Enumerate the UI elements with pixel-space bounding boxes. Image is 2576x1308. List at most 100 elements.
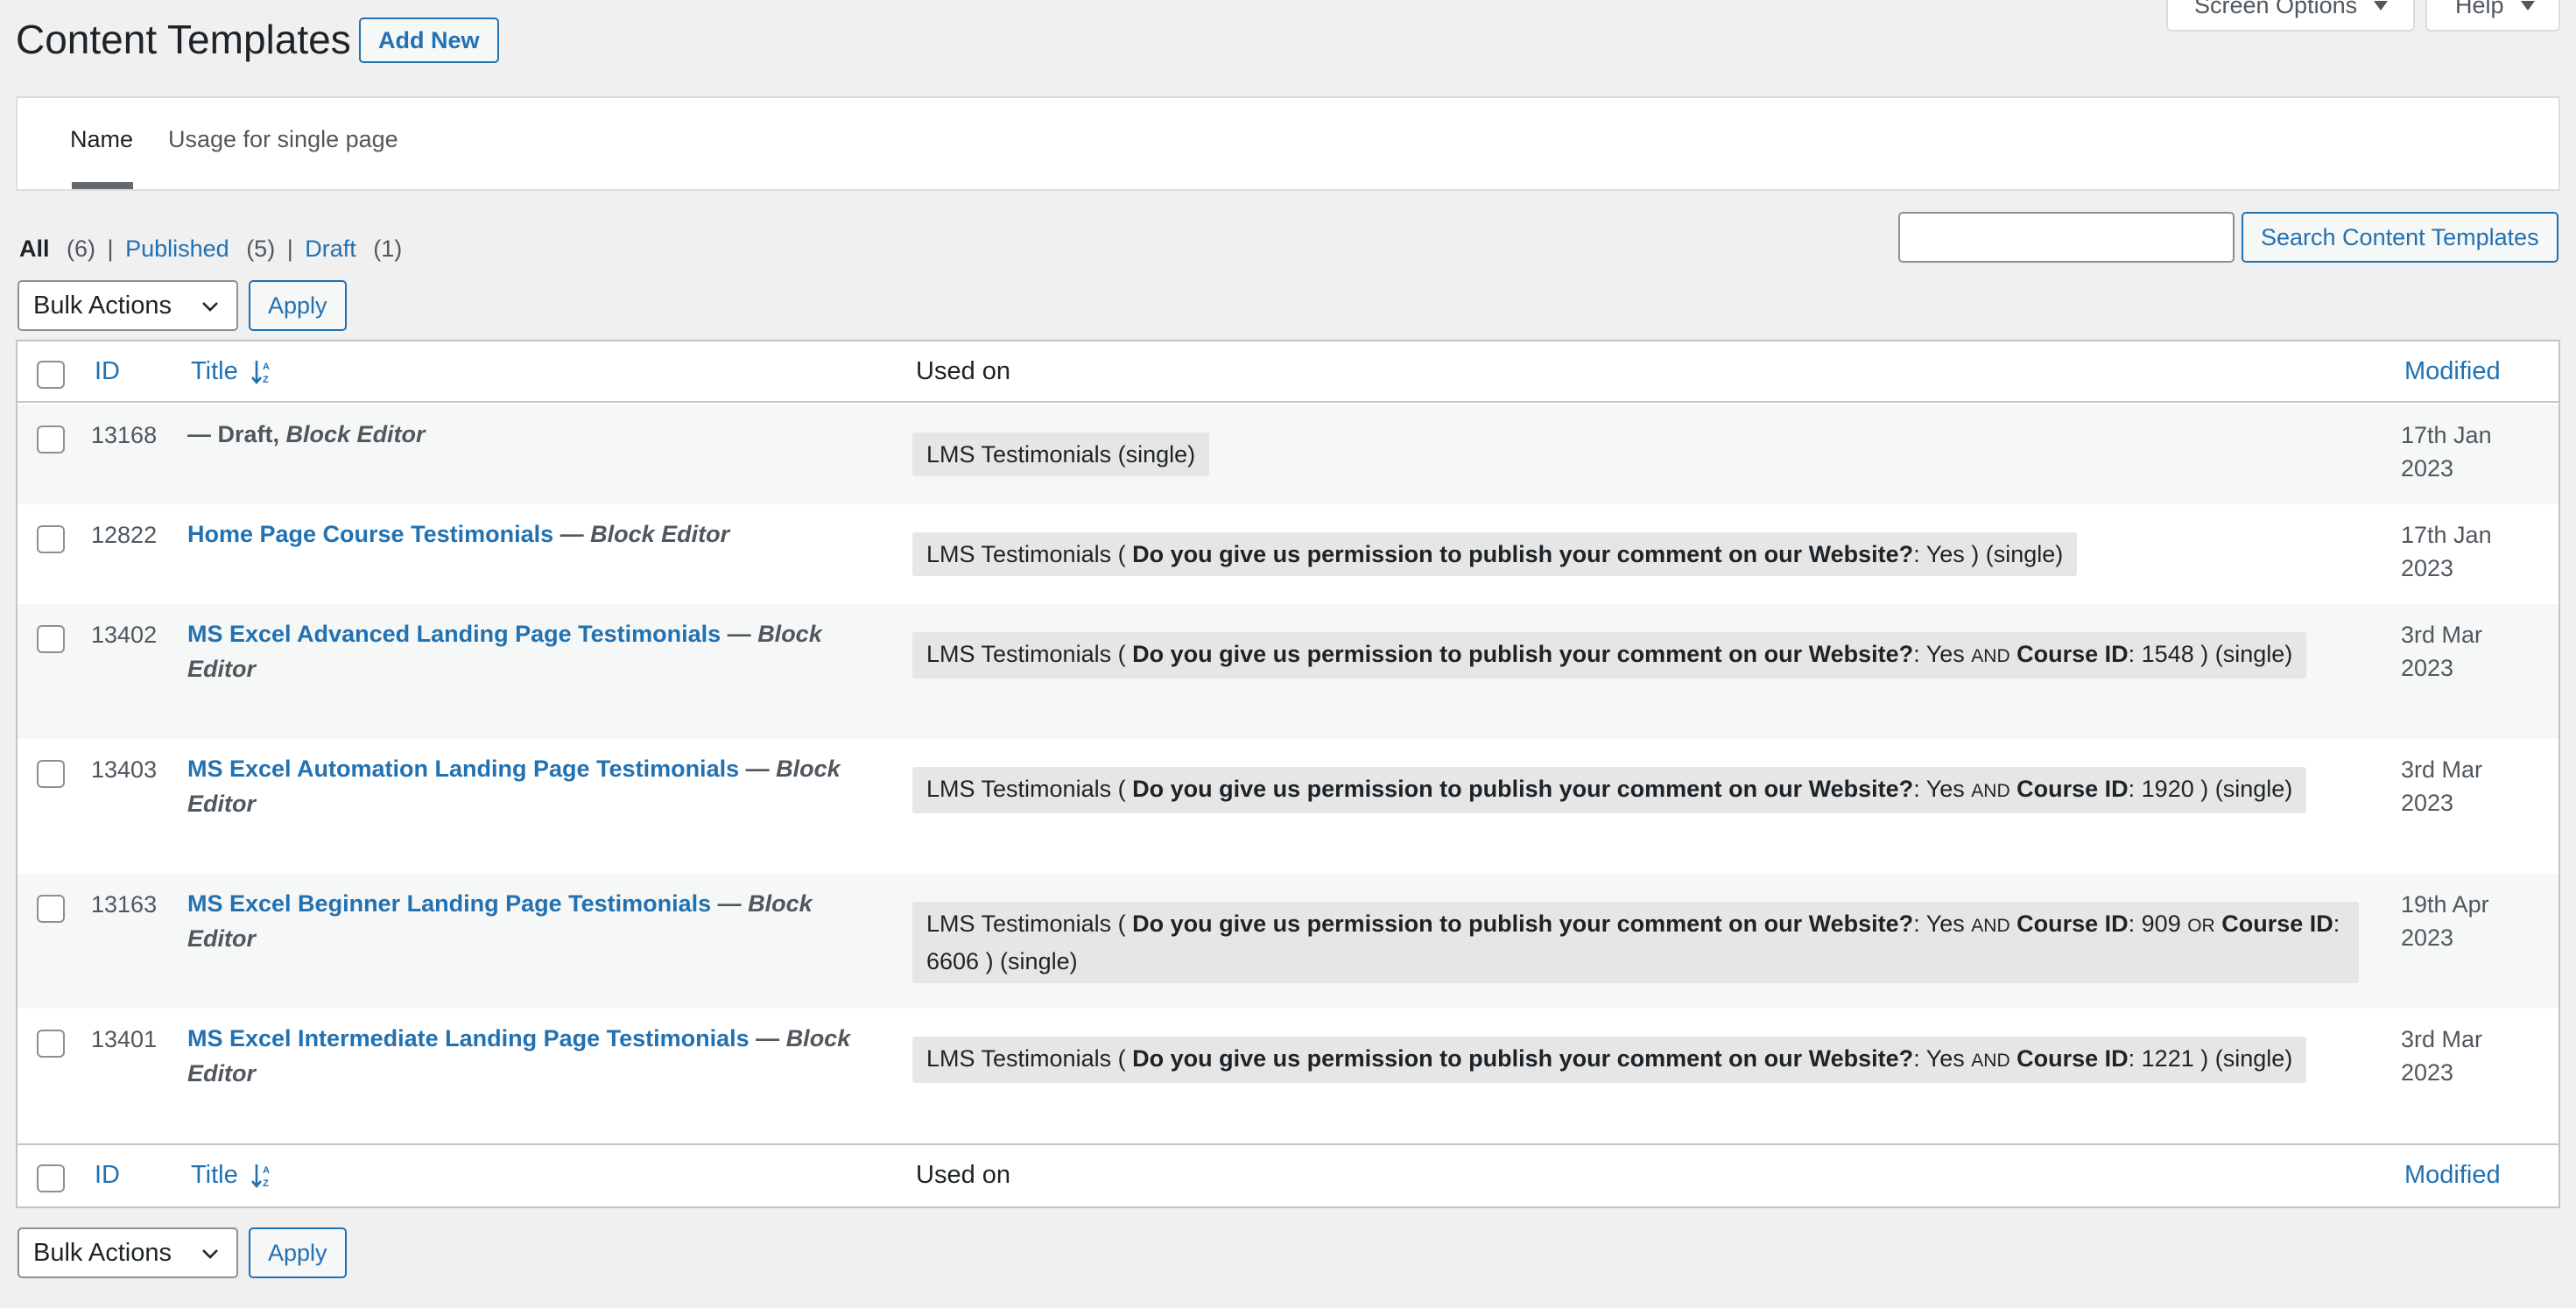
column-modified[interactable]: Modified [2404, 357, 2501, 386]
usage-chip: LMS Testimonials (single) [912, 432, 1210, 476]
usage-value: : Yes [1913, 641, 1972, 667]
usage-course-id: Course ID [2016, 641, 2129, 667]
row-title[interactable]: Home Page Course Testimonials — Block Ed… [187, 517, 888, 552]
row-title[interactable]: MS Excel Intermediate Landing Page Testi… [187, 1021, 888, 1091]
row-title[interactable]: — Draft, Block Editor [187, 417, 888, 452]
row-editor: Editor [187, 925, 256, 952]
apply-button-bottom[interactable]: Apply [249, 1227, 347, 1278]
modified-year: 2023 [2401, 555, 2454, 581]
apply-button-top[interactable]: Apply [249, 280, 347, 331]
usage-prefix: LMS Testimonials ( [926, 541, 1133, 567]
row-id: 13401 [91, 1026, 158, 1052]
row-title-link[interactable]: Home Page Course Testimonials [187, 521, 553, 547]
column-title[interactable]: Title A Z [191, 357, 275, 386]
column-used-on: Used on [916, 357, 1011, 385]
usage-prefix: LMS Testimonials ( [926, 641, 1133, 667]
usage-chip: LMS Testimonials ( Do you give us permis… [912, 902, 2359, 983]
column-used-on: Used on [916, 1161, 1011, 1189]
modified-date: 19th Apr [2401, 891, 2489, 918]
page-title: Content Templates [16, 17, 351, 62]
modified-date: 3rd Mar [2401, 1026, 2483, 1052]
modified-date: 3rd Mar [2401, 622, 2483, 648]
row-modified: 17th Jan 2023 [2401, 418, 2492, 485]
search-content-templates-button[interactable]: Search Content Templates [2242, 212, 2558, 263]
select-all-checkbox[interactable] [37, 1164, 65, 1192]
usage-question: Do you give us permission to publish you… [1132, 641, 1914, 667]
tab-name[interactable]: Name [70, 126, 133, 153]
chevron-down-icon [202, 1249, 218, 1259]
table-row: 13402 MS Excel Advanced Landing Page Tes… [18, 604, 2558, 739]
usage-chip: LMS Testimonials ( Do you give us permis… [912, 1037, 2307, 1083]
column-title[interactable]: Title A Z [191, 1161, 275, 1190]
row-checkbox[interactable] [37, 525, 65, 553]
filter-all[interactable]: All [19, 236, 50, 262]
filter-published[interactable]: Published [125, 236, 229, 262]
row-id: 13168 [91, 422, 158, 448]
row-state: — Draft, [187, 421, 280, 447]
row-id: 13403 [91, 756, 158, 783]
svg-text:A: A [263, 362, 270, 372]
column-modified[interactable]: Modified [2404, 1161, 2501, 1190]
usage-value: : Yes [1913, 1045, 1972, 1072]
row-title-link[interactable]: MS Excel Intermediate Landing Page Testi… [187, 1025, 750, 1051]
tabs-panel: Name Usage for single page [16, 96, 2560, 191]
row-checkbox[interactable] [37, 1030, 65, 1058]
filter-draft-count: (1) [373, 236, 403, 262]
tab-active-indicator [72, 182, 133, 189]
usage-course-id: Course ID [2016, 1045, 2129, 1072]
add-new-button[interactable]: Add New [359, 18, 499, 63]
help-button[interactable]: Help [2425, 0, 2560, 32]
usage-end: : 1920 ) (single) [2128, 776, 2293, 802]
select-all-checkbox[interactable] [37, 361, 65, 389]
usage-end: : 1221 ) (single) [2128, 1045, 2293, 1072]
screen-options-button[interactable]: Screen Options [2166, 0, 2415, 32]
usage-chip: LMS Testimonials ( Do you give us permis… [912, 767, 2307, 813]
row-title[interactable]: MS Excel Automation Landing Page Testimo… [187, 751, 888, 821]
row-modified: 19th Apr 2023 [2401, 888, 2489, 954]
usage-question: Do you give us permission to publish you… [1132, 776, 1914, 802]
filter-draft[interactable]: Draft [305, 236, 356, 262]
usage-course-id: Course ID [2016, 911, 2129, 937]
chevron-down-icon [202, 302, 218, 312]
row-title-link[interactable]: MS Excel Advanced Landing Page Testimoni… [187, 621, 721, 647]
row-title[interactable]: MS Excel Advanced Landing Page Testimoni… [187, 616, 888, 686]
usage-end: 6606 ) (single) [926, 948, 1078, 974]
usage-chip: LMS Testimonials ( Do you give us permis… [912, 632, 2307, 679]
column-id[interactable]: ID [95, 1161, 120, 1190]
svg-text:A: A [263, 1165, 270, 1176]
usage-question: Do you give us permission to publish you… [1132, 1045, 1914, 1072]
row-title[interactable]: MS Excel Beginner Landing Page Testimoni… [187, 886, 888, 956]
row-title-link[interactable]: MS Excel Beginner Landing Page Testimoni… [187, 890, 711, 917]
screen-options-label: Screen Options [2194, 0, 2358, 18]
row-editor: Editor [187, 791, 256, 817]
row-editor: Block [757, 621, 822, 647]
row-checkbox[interactable] [37, 895, 65, 923]
row-checkbox[interactable] [37, 760, 65, 788]
row-checkbox[interactable] [37, 625, 65, 653]
usage-value: : Yes [1913, 911, 1972, 937]
row-editor: Block [785, 1025, 851, 1051]
row-sep: — [553, 521, 591, 547]
svg-text:Z: Z [263, 1178, 269, 1189]
row-modified: 3rd Mar 2023 [2401, 753, 2482, 819]
tab-usage-label: Usage for single page [168, 126, 398, 152]
table-row: 13403 MS Excel Automation Landing Page T… [18, 739, 2558, 874]
modified-date: 17th Jan [2401, 422, 2492, 448]
usage-and: AND [1971, 781, 2010, 801]
usage-and: AND [1971, 646, 2010, 666]
templates-table: ID Title A Z Used on Modified 13168 — Dr… [16, 340, 2560, 1208]
usage-question: Do you give us permission to publish you… [1132, 911, 1914, 937]
column-id[interactable]: ID [95, 357, 120, 386]
row-checkbox[interactable] [37, 425, 65, 454]
usage-and: AND [1971, 916, 2010, 936]
bulk-actions-select-top[interactable]: Bulk Actions [18, 280, 238, 331]
bulk-actions-select-bottom[interactable]: Bulk Actions [18, 1227, 238, 1278]
caret-down-icon [2374, 1, 2388, 11]
row-sep: — [749, 1025, 786, 1051]
tab-usage-single-page[interactable]: Usage for single page [168, 126, 398, 153]
row-editor: Block [748, 890, 813, 917]
usage-value: : 909 [2128, 911, 2188, 937]
bulk-actions-value: Bulk Actions [33, 292, 172, 320]
search-input[interactable] [1898, 212, 2235, 263]
row-title-link[interactable]: MS Excel Automation Landing Page Testimo… [187, 756, 739, 782]
